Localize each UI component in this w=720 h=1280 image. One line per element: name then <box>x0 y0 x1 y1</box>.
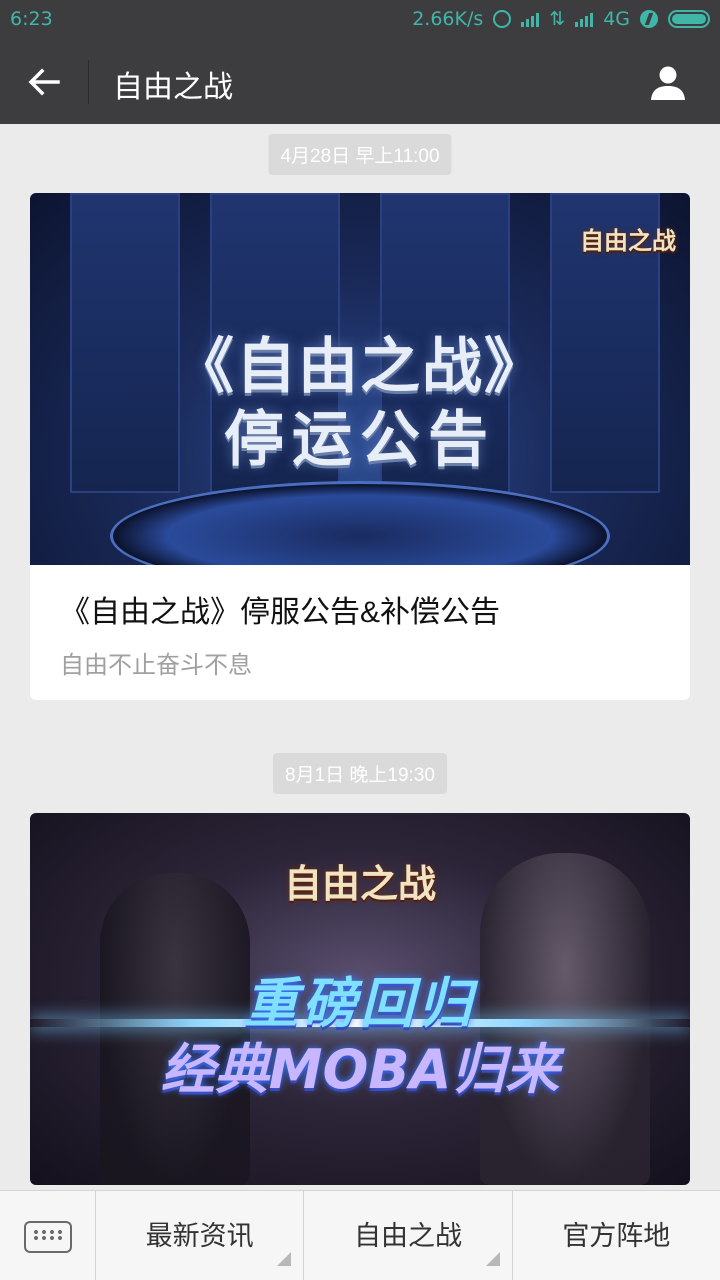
menu-item-game[interactable]: 自由之战 <box>304 1191 513 1280</box>
article-card[interactable]: 自由之战 《自由之战》 停运公告 《自由之战》停服公告&补偿公告 自由不止奋斗不… <box>30 193 690 700</box>
alarm-icon <box>493 10 512 28</box>
menu-item-official[interactable]: 官方阵地 <box>513 1191 720 1280</box>
page-title: 自由之战 <box>113 71 233 104</box>
network-type: 4G <box>603 8 630 30</box>
cover-platform <box>110 481 610 565</box>
game-logo: 自由之战 <box>580 226 676 255</box>
article-headline[interactable]: 《自由之战》停服公告&补偿公告 <box>30 565 690 631</box>
article-card[interactable]: 自由之战 重磅回归 经典MOBA归来 <box>30 813 690 1185</box>
cover-subtitle: 经典MOBA归来 <box>160 1038 560 1101</box>
bottom-menu: 最新资讯 自由之战 官方阵地 <box>0 1190 720 1280</box>
message-timestamp: 4月28日 早上11:00 <box>268 134 452 175</box>
status-time: 6:23 <box>10 8 53 30</box>
menu-item-label: 自由之战 <box>353 1221 462 1251</box>
person-icon[interactable] <box>648 62 688 102</box>
submenu-indicator-icon <box>277 1252 292 1266</box>
battery-icon <box>668 10 710 28</box>
submenu-indicator-icon <box>485 1252 500 1266</box>
menu-item-latest-news[interactable]: 最新资讯 <box>96 1191 305 1280</box>
keyboard-icon <box>24 1221 72 1253</box>
cover-subtitle: 停运公告 <box>224 405 496 475</box>
charging-icon <box>640 10 658 28</box>
nav-divider <box>88 60 89 104</box>
article-cover: 自由之战 重磅回归 经典MOBA归来 <box>30 813 690 1185</box>
status-bar: 6:23 2.66K/s ⇅ 4G <box>0 0 720 40</box>
signal-icon <box>521 11 540 27</box>
article-cover: 自由之战 《自由之战》 停运公告 <box>30 193 690 565</box>
menu-item-label: 官方阵地 <box>562 1221 671 1251</box>
nav-bar: 自由之战 <box>0 40 720 124</box>
menu-item-label: 最新资讯 <box>145 1221 254 1251</box>
signal-icon <box>575 11 594 27</box>
network-speed: 2.66K/s <box>412 8 484 30</box>
status-icons: 2.66K/s ⇅ 4G <box>412 8 710 30</box>
arrow-left-icon[interactable] <box>24 62 64 102</box>
game-logo: 自由之战 <box>283 861 436 906</box>
keyboard-toggle[interactable] <box>0 1191 96 1280</box>
data-transfer-icon: ⇅ <box>549 8 566 30</box>
message-timestamp: 8月1日 晚上19:30 <box>273 753 447 794</box>
article-digest: 自由不止奋斗不息 <box>60 652 252 679</box>
